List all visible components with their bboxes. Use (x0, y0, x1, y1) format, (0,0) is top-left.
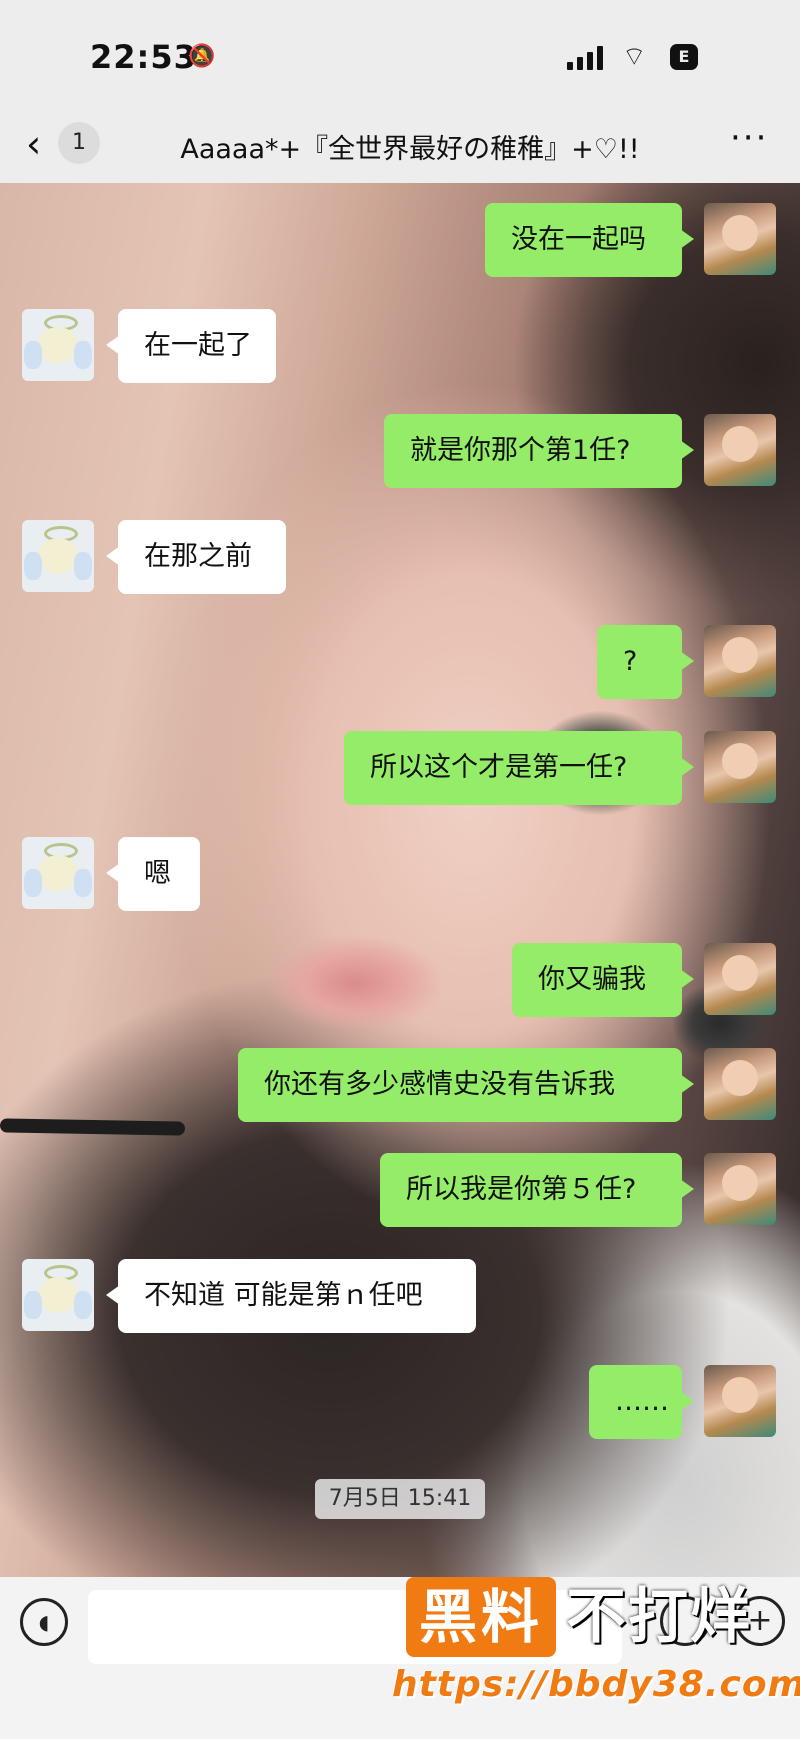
contact-avatar[interactable] (22, 1259, 94, 1331)
received-message-bubble[interactable]: 在一起了 (106, 309, 276, 383)
my-avatar[interactable] (704, 414, 776, 486)
sent-message-bubble[interactable]: 就是你那个第1任? (384, 414, 694, 488)
message-timestamp: 7月5日 15:41 (315, 1479, 485, 1519)
received-message-bubble[interactable]: 不知道 可能是第ｎ任吧 (106, 1259, 476, 1333)
sent-message-bubble[interactable]: 你还有多少感情史没有告诉我 (238, 1048, 694, 1122)
received-message-bubble[interactable]: 嗯 (106, 837, 200, 911)
mute-bell-icon: 🔕 (188, 44, 216, 69)
status-time: 22:53 (90, 38, 197, 76)
signal-icon (567, 44, 607, 70)
more-icon[interactable]: ··· (730, 118, 768, 158)
contact-avatar[interactable] (22, 309, 94, 381)
my-avatar[interactable] (704, 203, 776, 275)
my-avatar[interactable] (704, 625, 776, 697)
my-avatar[interactable] (704, 1153, 776, 1225)
wifi-icon: ⌔ (622, 42, 647, 72)
background-wristband (0, 1118, 186, 1136)
status-bar: 22:53 🔕 ⌔ E (0, 0, 800, 110)
my-avatar[interactable] (704, 731, 776, 803)
my-avatar[interactable] (704, 1048, 776, 1120)
sent-message-bubble[interactable]: …… (589, 1365, 694, 1439)
sent-message-bubble[interactable]: 没在一起吗 (485, 203, 694, 277)
sent-message-bubble[interactable]: 所以我是你第５任? (380, 1153, 694, 1227)
voice-icon[interactable]: ◖ (20, 1598, 68, 1646)
watermark-text: 不打烊 (566, 1582, 752, 1652)
chat-title: Aaaaa*+『全世界最好の稚稚』+♡!! (180, 134, 640, 165)
sent-message-bubble[interactable]: 你又骗我 (512, 943, 694, 1017)
sent-message-bubble[interactable]: ? (597, 625, 694, 699)
chevron-left-icon[interactable]: ‹ (26, 124, 41, 164)
battery-icon: E (670, 44, 698, 70)
my-avatar[interactable] (704, 1365, 776, 1437)
received-message-bubble[interactable]: 在那之前 (106, 520, 286, 594)
contact-avatar[interactable] (22, 520, 94, 592)
watermark-url: https://bbdy38.com (392, 1664, 800, 1705)
sent-message-bubble[interactable]: 所以这个才是第一任? (344, 731, 694, 805)
watermark-box: 黑料 (406, 1577, 556, 1657)
unread-count-badge[interactable]: 1 (58, 122, 100, 164)
contact-avatar[interactable] (22, 837, 94, 909)
my-avatar[interactable] (704, 943, 776, 1015)
